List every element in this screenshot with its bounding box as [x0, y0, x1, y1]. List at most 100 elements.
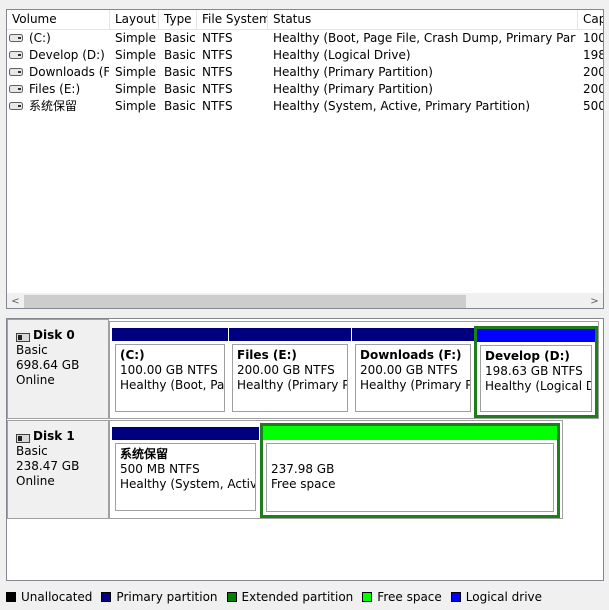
- legend-label: Logical drive: [465, 590, 543, 604]
- disk-state: Online: [16, 474, 55, 488]
- primary-partition-bar: [112, 427, 259, 440]
- legend-free-space: Free space: [362, 590, 442, 604]
- volume-capacity: 500: [583, 99, 604, 113]
- table-row[interactable]: (C:) Simple Basic NTFS Healthy (Boot, Pa…: [7, 30, 603, 47]
- primary-partition-bar: [352, 328, 474, 341]
- column-type[interactable]: Type: [159, 10, 197, 29]
- volume-status: Healthy (Primary Partition): [273, 65, 433, 79]
- table-row[interactable]: Files (E:) Simple Basic NTFS Healthy (Pr…: [7, 81, 603, 98]
- volume-capacity: 200: [583, 65, 604, 79]
- disk-0-label[interactable]: Disk 0 Basic 698.64 GB Online: [7, 319, 109, 419]
- partition-status: Free space: [271, 477, 336, 491]
- primary-partition-bar: [229, 328, 351, 341]
- drive-icon: [9, 34, 23, 42]
- disk-type: Basic: [16, 444, 48, 458]
- disk-map[interactable]: Disk 0 Basic 698.64 GB Online (C:) 100.0…: [6, 318, 604, 581]
- partition-e[interactable]: Files (E:) 200.00 GB NTFS Healthy (Prima…: [229, 328, 351, 415]
- legend-extended-partition: Extended partition: [226, 590, 354, 604]
- disk-1-partitions: 系统保留 500 MB NTFS Healthy (System, Active…: [109, 420, 563, 519]
- volume-type: Basic: [164, 65, 196, 79]
- volume-name: Files (E:): [29, 82, 81, 96]
- volume-name: Develop (D:): [29, 48, 105, 62]
- volume-type: Basic: [164, 82, 196, 96]
- logical-drive-swatch: [450, 592, 461, 602]
- disk-type: Basic: [16, 343, 48, 357]
- column-status[interactable]: Status: [268, 10, 578, 29]
- volume-capacity: 200: [583, 82, 604, 96]
- volume-status: Healthy (Logical Drive): [273, 48, 411, 62]
- drive-icon: [9, 51, 23, 59]
- partition-size: 237.98 GB: [271, 462, 335, 476]
- volume-layout: Simple: [115, 99, 156, 113]
- disk-state: Online: [16, 373, 55, 387]
- table-row[interactable]: 系统保留 Simple Basic NTFS Healthy (System, …: [7, 98, 603, 115]
- volume-name: Downloads (F:): [29, 65, 109, 79]
- free-space-swatch: [362, 592, 373, 602]
- primary-partition-swatch: [101, 592, 112, 602]
- extended-partition-swatch: [226, 592, 237, 602]
- volume-list[interactable]: Volume Layout Type File System Status Ca…: [6, 9, 604, 309]
- volume-type: Basic: [164, 99, 196, 113]
- legend-label: Extended partition: [241, 590, 354, 604]
- partition-system-reserved[interactable]: 系统保留 500 MB NTFS Healthy (System, Active…: [112, 427, 259, 514]
- partition-size: 100.00 GB NTFS: [120, 363, 218, 377]
- volume-layout: Simple: [115, 65, 156, 79]
- partition-name: Develop (D:): [485, 349, 570, 363]
- primary-partition-bar: [112, 328, 228, 341]
- volume-layout: Simple: [115, 48, 156, 62]
- legend-label: Free space: [377, 590, 442, 604]
- volume-name: (C:): [29, 31, 51, 45]
- partition-name: 系统保留: [120, 447, 169, 461]
- volume-name: 系统保留: [29, 99, 78, 113]
- disk-0-partitions: (C:) 100.00 GB NTFS Healthy (Boot, Pag F…: [109, 321, 599, 419]
- partition-size: 500 MB NTFS: [120, 462, 200, 476]
- disk-size: 698.64 GB: [16, 358, 80, 372]
- partition-f[interactable]: Downloads (F:) 200.00 GB NTFS Healthy (P…: [352, 328, 474, 415]
- volume-status: Healthy (Boot, Page File, Crash Dump, Pr…: [273, 31, 576, 45]
- partition-status: Healthy (System, Active, I: [120, 477, 255, 491]
- column-layout[interactable]: Layout: [110, 10, 159, 29]
- scroll-left-icon[interactable]: <: [7, 294, 24, 308]
- disk-icon: [16, 432, 30, 443]
- legend-logical-drive: Logical drive: [450, 590, 543, 604]
- partition-name: Downloads (F:): [360, 348, 462, 362]
- free-space-bar: [263, 426, 557, 440]
- volume-capacity: 100: [583, 31, 604, 45]
- table-row[interactable]: Develop (D:) Simple Basic NTFS Healthy (…: [7, 47, 603, 64]
- drive-icon: [9, 85, 23, 93]
- horizontal-scrollbar[interactable]: < >: [7, 293, 603, 308]
- partition-c[interactable]: (C:) 100.00 GB NTFS Healthy (Boot, Pag: [112, 328, 228, 415]
- disk-name: Disk 1: [33, 429, 75, 443]
- partition-status: Healthy (Primary Par: [237, 378, 347, 392]
- volume-fs: NTFS: [202, 48, 233, 62]
- column-file-system[interactable]: File System: [197, 10, 268, 29]
- legend-label: Primary partition: [116, 590, 218, 604]
- logical-drive-bar: [477, 329, 595, 342]
- column-header: Volume Layout Type File System Status Ca…: [7, 10, 603, 30]
- disk-1-label[interactable]: Disk 1 Basic 238.47 GB Online: [7, 420, 109, 519]
- legend-unallocated: Unallocated: [6, 590, 92, 604]
- partition-status: Healthy (Primary Par: [360, 378, 470, 392]
- disk-size: 238.47 GB: [16, 459, 80, 473]
- partition-size: 198.63 GB NTFS: [485, 364, 583, 378]
- partition-size: 200.00 GB NTFS: [360, 363, 458, 377]
- partition-d-extended[interactable]: Develop (D:) 198.63 GB NTFS Healthy (Log…: [474, 326, 598, 418]
- partition-d[interactable]: Develop (D:) 198.63 GB NTFS Healthy (Log…: [477, 329, 595, 415]
- legend-primary-partition: Primary partition: [101, 590, 218, 604]
- partition-name: (C:): [120, 348, 145, 362]
- volume-type: Basic: [164, 31, 196, 45]
- volume-fs: NTFS: [202, 31, 233, 45]
- drive-icon: [9, 68, 23, 76]
- scroll-thumb[interactable]: [24, 295, 466, 308]
- disk-name: Disk 0: [33, 328, 75, 342]
- volume-type: Basic: [164, 48, 196, 62]
- volume-fs: NTFS: [202, 65, 233, 79]
- column-capacity[interactable]: Cap: [578, 10, 603, 29]
- legend: Unallocated Primary partition Extended p…: [6, 589, 547, 605]
- column-volume[interactable]: Volume: [7, 10, 110, 29]
- free-space-region[interactable]: 237.98 GB Free space: [260, 423, 560, 518]
- volume-layout: Simple: [115, 82, 156, 96]
- table-row[interactable]: Downloads (F:) Simple Basic NTFS Healthy…: [7, 64, 603, 81]
- scroll-right-icon[interactable]: >: [586, 294, 603, 308]
- partition-size: 200.00 GB NTFS: [237, 363, 335, 377]
